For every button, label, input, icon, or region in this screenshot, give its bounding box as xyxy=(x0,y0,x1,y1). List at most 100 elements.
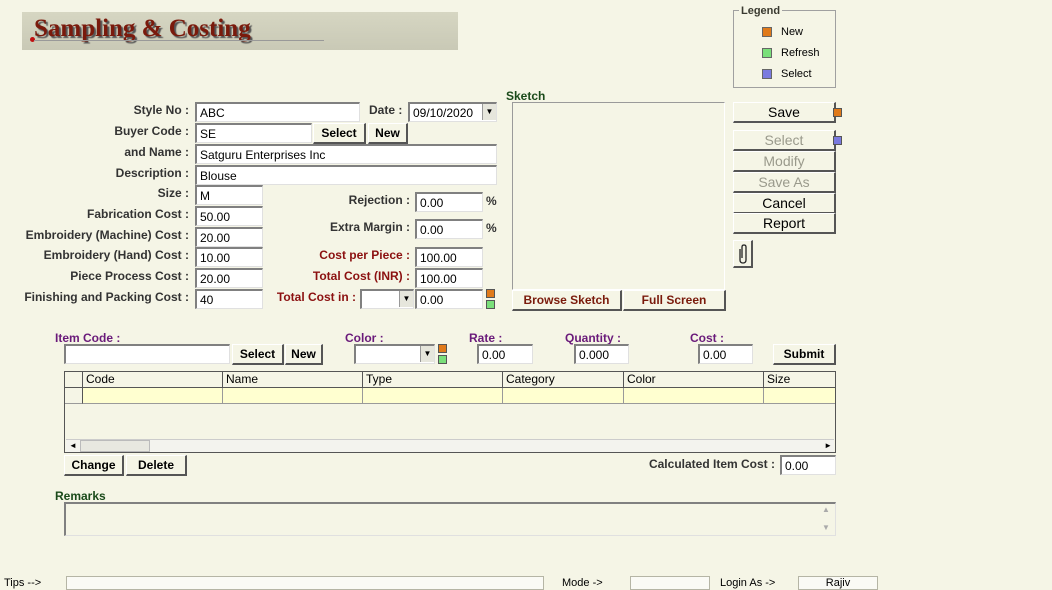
table-cell-size[interactable] xyxy=(764,388,835,404)
currency-select[interactable]: ▼ xyxy=(360,289,414,309)
login-field: Rajiv xyxy=(798,576,878,590)
cost-input[interactable]: 0.00 xyxy=(698,344,753,364)
column-header-name[interactable]: Name xyxy=(223,372,363,388)
date-label: Date : xyxy=(369,103,403,117)
emb-machine-cost-input[interactable]: 20.00 xyxy=(195,227,263,247)
cancel-button[interactable]: Cancel xyxy=(733,193,836,214)
buyer-select-button[interactable]: Select xyxy=(313,123,366,144)
login-label: Login As -> xyxy=(720,577,776,589)
column-header-color[interactable]: Color xyxy=(624,372,764,388)
rejection-input[interactable]: 0.00 xyxy=(415,192,483,212)
item-code-label: Item Code : xyxy=(55,331,121,345)
legend-new-swatch xyxy=(762,27,772,37)
calculated-item-cost-value: 0.00 xyxy=(780,455,836,475)
quantity-label: Quantity : xyxy=(565,331,621,345)
legend-refresh-label: Refresh xyxy=(781,47,820,59)
select-button[interactable]: Select xyxy=(733,130,836,151)
table-cell-code[interactable] xyxy=(83,388,223,404)
color-select[interactable]: ▼ xyxy=(354,344,435,364)
sketch-area xyxy=(512,102,725,290)
scroll-up-icon[interactable]: ▲ xyxy=(822,505,830,514)
piece-process-cost-label: Piece Process Cost : xyxy=(70,269,189,283)
legend-new-label: New xyxy=(781,26,804,38)
table-cell-name[interactable] xyxy=(223,388,363,404)
delete-button[interactable]: Delete xyxy=(126,455,187,476)
piece-process-cost-input[interactable]: 20.00 xyxy=(195,268,263,288)
table-cell-category[interactable] xyxy=(503,388,624,404)
column-header-size[interactable]: Size xyxy=(764,372,835,388)
legend-select-label: Select xyxy=(781,68,812,80)
remarks-textarea[interactable] xyxy=(64,502,836,536)
scroll-down-icon[interactable]: ▼ xyxy=(822,523,830,532)
emb-hand-cost-input[interactable]: 10.00 xyxy=(195,247,263,267)
table-cell-type[interactable] xyxy=(363,388,503,404)
report-button[interactable]: Report xyxy=(733,213,836,234)
total-cost-inr-label: Total Cost (INR) : xyxy=(312,269,410,283)
rejection-label: Rejection : xyxy=(348,193,410,207)
cost-per-piece-value: 100.00 xyxy=(415,247,483,267)
extra-margin-percent: % xyxy=(486,221,497,235)
color-refresh-marker[interactable] xyxy=(438,355,447,364)
date-value: 09/10/2020 xyxy=(413,106,474,120)
buyer-name-input[interactable]: Satguru Enterprises Inc xyxy=(195,144,497,164)
scroll-left-icon[interactable]: ◄ xyxy=(69,441,77,450)
size-input[interactable]: M xyxy=(195,185,263,205)
full-screen-button[interactable]: Full Screen xyxy=(623,290,726,311)
buyer-code-label: Buyer Code : xyxy=(114,124,189,138)
cost-per-piece-label: Cost per Piece : xyxy=(319,248,410,262)
fabrication-cost-input[interactable]: 50.00 xyxy=(195,206,263,226)
table-cell-color[interactable] xyxy=(624,388,764,404)
buyer-code-input[interactable]: SE xyxy=(195,123,312,143)
buyer-name-label: and Name : xyxy=(124,145,189,159)
legend-title: Legend xyxy=(739,5,783,17)
column-header-type[interactable]: Type xyxy=(363,372,503,388)
rejection-percent: % xyxy=(486,194,497,208)
description-label: Description : xyxy=(115,166,189,180)
item-select-button[interactable]: Select xyxy=(232,344,284,365)
chevron-down-icon[interactable]: ▼ xyxy=(399,291,413,307)
submit-button[interactable]: Submit xyxy=(773,344,836,365)
emb-hand-cost-label: Embroidery (Hand) Cost : xyxy=(43,248,189,262)
item-new-button[interactable]: New xyxy=(285,344,323,365)
item-code-input[interactable] xyxy=(64,344,230,364)
style-no-input[interactable]: ABC xyxy=(195,102,360,122)
grid-corner xyxy=(65,372,83,388)
grid-horizontal-scrollbar[interactable]: ◄ ► xyxy=(66,439,834,452)
attach-button[interactable] xyxy=(733,240,753,268)
sketch-label: Sketch xyxy=(506,89,546,103)
scrollbar-thumb[interactable] xyxy=(80,440,150,452)
currency-new-marker[interactable] xyxy=(486,289,495,298)
save-button[interactable]: Save xyxy=(733,102,836,123)
scroll-right-icon[interactable]: ► xyxy=(824,441,832,450)
column-header-code[interactable]: Code xyxy=(83,372,223,388)
total-cost-in-label: Total Cost in : xyxy=(276,290,356,304)
title-banner: Sampling & Costing xyxy=(22,12,458,50)
paperclip-icon xyxy=(738,244,747,264)
extra-margin-input[interactable]: 0.00 xyxy=(415,219,483,239)
page-title: Sampling & Costing xyxy=(34,15,251,42)
finishing-cost-input[interactable]: 40 xyxy=(195,289,263,309)
currency-refresh-marker[interactable] xyxy=(486,300,495,309)
color-new-marker[interactable] xyxy=(438,344,447,353)
emb-machine-cost-label: Embroidery (Machine) Cost : xyxy=(25,228,189,242)
browse-sketch-button[interactable]: Browse Sketch xyxy=(512,290,622,311)
column-header-category[interactable]: Category xyxy=(503,372,624,388)
total-cost-in-value: 0.00 xyxy=(415,289,483,309)
rate-input[interactable]: 0.00 xyxy=(477,344,533,364)
legend-select-swatch xyxy=(762,69,772,79)
cost-label: Cost : xyxy=(690,331,724,345)
chevron-down-icon[interactable]: ▼ xyxy=(482,104,496,120)
finishing-cost-label: Finishing and Packing Cost : xyxy=(24,290,189,304)
date-picker[interactable]: 09/10/2020 ▼ xyxy=(408,102,497,122)
save-as-button[interactable]: Save As xyxy=(733,172,836,193)
description-input[interactable]: Blouse xyxy=(195,165,497,185)
tips-label: Tips --> xyxy=(4,577,42,589)
chevron-down-icon[interactable]: ▼ xyxy=(420,346,434,362)
quantity-input[interactable]: 0.000 xyxy=(574,344,629,364)
modify-button[interactable]: Modify xyxy=(733,151,836,172)
mode-field xyxy=(630,576,710,590)
row-selector[interactable] xyxy=(65,388,83,404)
save-new-marker xyxy=(833,108,842,117)
buyer-new-button[interactable]: New xyxy=(368,123,408,144)
change-button[interactable]: Change xyxy=(64,455,124,476)
